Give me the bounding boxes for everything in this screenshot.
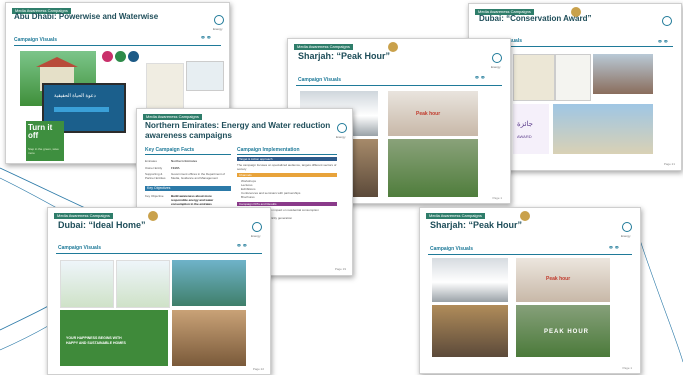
glasses-icon: ⚭⚭ bbox=[474, 75, 486, 82]
impl-heading-3: Campaign KPIs and Results bbox=[239, 202, 277, 206]
objective-label: Key Objective bbox=[145, 194, 164, 198]
logo-icon bbox=[214, 15, 224, 25]
peak-hour-banner: Peak hour bbox=[546, 276, 571, 282]
crest-icon bbox=[388, 42, 398, 52]
slide-tag: Media Awareness Campaigns bbox=[294, 44, 353, 50]
officials-photo: Peak hour bbox=[388, 91, 478, 136]
implementation-heading: Campaign Implementation bbox=[237, 147, 300, 153]
officials-photo: Peak hour bbox=[516, 258, 610, 302]
section-divider bbox=[428, 254, 632, 255]
slide-tag: Media Awareness Campaigns bbox=[426, 213, 485, 219]
logo-label: Energy bbox=[621, 234, 631, 238]
slide-title-line1: Northern Emirates: Energy and Water redu… bbox=[145, 121, 331, 130]
implementation-divider bbox=[237, 154, 337, 155]
arabic-caption: دعوة الحياة الحقيقية bbox=[54, 93, 96, 99]
logo-label: Energy bbox=[336, 135, 346, 139]
page-number: Page 1 bbox=[492, 196, 502, 200]
page-number: Page 21 bbox=[663, 162, 675, 166]
fact-label-2: Owner Entity bbox=[145, 166, 163, 170]
slide-title: Abu Dhabi: Powerwise and Waterwise bbox=[14, 12, 159, 21]
house-illustration-2 bbox=[116, 260, 170, 308]
crest-icon bbox=[148, 211, 158, 221]
impl-bar-1: Target & Action approach bbox=[237, 157, 337, 161]
exhibition-photo bbox=[172, 310, 246, 366]
logo-label: Energy bbox=[491, 65, 501, 69]
slide-title-line2: awareness campaigns bbox=[145, 131, 232, 140]
banner-text: YOUR HAPPINESS BEGINS WITH HAPPY AND SUS… bbox=[66, 336, 126, 345]
award-arabic: جائزة bbox=[517, 121, 533, 128]
page-number: Page 1 bbox=[622, 366, 632, 370]
house-illustration-1 bbox=[60, 260, 114, 308]
section-divider bbox=[296, 85, 502, 86]
logo-icon bbox=[252, 222, 262, 232]
section-title: Campaign Visuals bbox=[14, 37, 57, 43]
poster-image bbox=[186, 61, 224, 91]
brochure-image bbox=[513, 54, 555, 101]
mascot-photo bbox=[432, 305, 508, 357]
document-image bbox=[555, 54, 591, 101]
water-icon bbox=[102, 51, 113, 62]
turn-off-subtext: Step in the green, save more bbox=[28, 147, 59, 155]
objectives-heading: Key Objectives bbox=[147, 186, 171, 190]
event-group-photo bbox=[172, 260, 246, 306]
glasses-icon: ⚭⚭ bbox=[608, 245, 620, 252]
impl-bar-2: Channels bbox=[237, 173, 337, 177]
impl-text-1: The campaign focuses on specialized audi… bbox=[237, 163, 337, 171]
section-title: Campaign Visuals bbox=[298, 77, 341, 83]
impl-heading-1: Target & Action approach bbox=[239, 157, 273, 161]
award-english: AWARD bbox=[517, 134, 532, 139]
impl-item-5: Brochures bbox=[241, 195, 255, 199]
glasses-icon: ⚭⚭ bbox=[200, 35, 212, 42]
logo-icon bbox=[622, 222, 632, 232]
fact-label-1: Emirates bbox=[145, 159, 157, 163]
peak-hour-ground-text: PEAK HOUR bbox=[544, 329, 590, 335]
slide-tag: Media Awareness Campaigns bbox=[143, 114, 202, 120]
impl-heading-2: Channels bbox=[239, 173, 252, 177]
fact-value-1: Northern Emirates bbox=[171, 159, 198, 163]
logo-icon bbox=[662, 16, 672, 26]
slide-dubai-ideal-home: Media Awareness Campaigns Dubai: “Ideal … bbox=[47, 207, 271, 375]
crest-icon bbox=[520, 211, 530, 221]
section-divider bbox=[14, 45, 221, 46]
slide-tag: Media Awareness Campaigns bbox=[54, 213, 113, 219]
taxi-photo bbox=[432, 258, 508, 302]
page-number: Page 22 bbox=[252, 367, 264, 371]
glasses-icon: ⚭⚭ bbox=[236, 243, 248, 250]
drop-icon bbox=[128, 51, 139, 62]
slide-title: Sharjah: “Peak Hour” bbox=[298, 51, 391, 61]
section-divider bbox=[56, 253, 262, 254]
building-image bbox=[553, 104, 653, 154]
fact-label-3: Supporting & Partner Entities bbox=[145, 172, 166, 180]
section-title: Campaign Visuals bbox=[58, 245, 101, 251]
slide-sharjah-front: Media Awareness Campaigns Sharjah: “Peak… bbox=[419, 207, 641, 374]
slide-title: Sharjah: “Peak Hour” bbox=[430, 220, 523, 230]
turn-off-poster: Turn it off Step in the green, save more bbox=[26, 121, 64, 161]
fact-value-2: FEWA bbox=[171, 166, 180, 170]
peak-hour-banner: Peak hour bbox=[416, 111, 441, 117]
aerial-photo: PEAK HOUR bbox=[516, 305, 610, 357]
website-banner: YOUR HAPPINESS BEGINS WITH HAPPY AND SUS… bbox=[60, 310, 168, 366]
objectives-bar: Key Objectives bbox=[145, 186, 231, 191]
award-logo-image: جائزة AWARD bbox=[513, 104, 549, 154]
facts-divider bbox=[145, 154, 231, 155]
glasses-icon: ⚭⚭ bbox=[657, 39, 669, 46]
slide-title: Dubai: “Ideal Home” bbox=[58, 220, 146, 230]
page-number: Page 19 bbox=[334, 267, 346, 271]
section-title: Campaign Visuals bbox=[430, 246, 473, 252]
event-photo bbox=[593, 54, 653, 94]
fact-value-3: Government offices in the Department of … bbox=[171, 172, 225, 180]
logo-label: Energy bbox=[251, 234, 261, 238]
aerial-photo bbox=[388, 139, 478, 197]
facts-heading: Key Campaign Facts bbox=[145, 147, 195, 153]
logo-label: Energy bbox=[213, 27, 223, 31]
objective-text: Build awareness about more responsible e… bbox=[171, 194, 214, 206]
logo-icon bbox=[492, 53, 502, 63]
turn-off-text: Turn it off bbox=[28, 123, 53, 140]
logo-icon bbox=[337, 123, 347, 133]
leaf-icon bbox=[115, 51, 126, 62]
impl-bar-3: Campaign KPIs and Results bbox=[237, 202, 337, 206]
crest-icon bbox=[571, 7, 581, 17]
